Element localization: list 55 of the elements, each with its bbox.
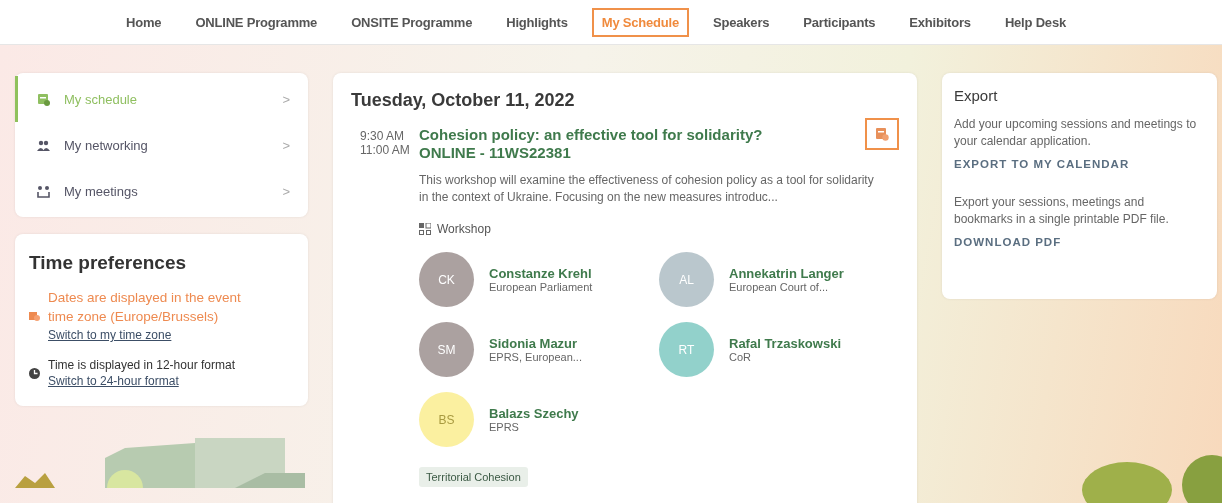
nav-link[interactable]: Help Desk [994, 7, 1076, 37]
speaker-name[interactable]: Rafal Trzaskowski [729, 336, 841, 351]
sidebar-item[interactable]: My networking > [15, 122, 308, 168]
topic-tag[interactable]: Territorial Cohesion [419, 467, 528, 487]
nav-link[interactable]: Speakers [703, 7, 780, 37]
nav-link[interactable]: Participants [793, 7, 886, 37]
speaker-organization: European Parliament [489, 281, 593, 293]
speaker-name[interactable]: Balazs Szechy [489, 406, 579, 421]
export-description: Export your sessions, meetings and bookmarks in a single printable PDF file. [954, 194, 1170, 228]
export-link[interactable]: DOWNLOAD PDF [954, 236, 1062, 248]
speaker-organization: European Court of... [729, 281, 830, 293]
meeting-icon [37, 184, 50, 198]
speaker-name[interactable]: Sidonia Mazur [489, 336, 582, 351]
export-link[interactable]: EXPORT TO MY CALENDAR [954, 158, 1130, 170]
calendar-icon [37, 92, 50, 106]
date-heading: Tuesday, October 11, 2022 [351, 90, 576, 111]
clock-icon [29, 367, 40, 379]
speaker-avatar: AL [659, 252, 714, 307]
speaker-avatar: SM [419, 322, 474, 377]
sidebar-label[interactable]: My networking [64, 137, 283, 153]
chevron-icon: > [282, 91, 290, 107]
sidebar-label[interactable]: My meetings [64, 183, 283, 199]
bookmark-button[interactable] [865, 118, 899, 150]
calendar-check-icon [875, 127, 889, 141]
end-time: 11:00 AM [360, 143, 411, 157]
session-type: Workshop [437, 222, 491, 236]
chevron-icon: > [282, 137, 290, 153]
chevron-icon: > [282, 183, 290, 199]
nav-link[interactable]: Home [116, 7, 172, 37]
speaker-avatar: RT [659, 322, 714, 377]
section-title: Time preferences [29, 252, 187, 274]
grid-icon [419, 223, 431, 235]
sidebar-item[interactable]: My meetings > [15, 168, 308, 214]
time-info-text: Time is displayed in 12-hour format [48, 358, 235, 372]
globe-clock-icon [29, 309, 40, 321]
speaker-organization: CoR [729, 351, 752, 363]
section-title: Export [954, 87, 999, 104]
speaker-organization: EPRS [489, 421, 520, 433]
speaker-name[interactable]: Constanze Krehl [489, 266, 593, 281]
time-info-text: Dates are displayed in the event time zone (Europe/Brussels) [48, 289, 242, 326]
speaker-avatar: BS [419, 392, 474, 447]
export-description: Add your upcoming sessions and meetings to your calendar application. [954, 116, 1198, 150]
nav-link[interactable]: ONLINE Programme [185, 7, 328, 37]
speaker-avatar: CK [419, 252, 474, 307]
nav-link[interactable]: Exhibitors [899, 7, 981, 37]
start-time: 9:30 AM [360, 129, 406, 143]
session-title[interactable]: Cohesion policy: an effective tool for solidarity? ONLINE - 11WS22381 [419, 126, 763, 162]
speaker-name[interactable]: Annekatrin Langer [729, 266, 844, 281]
switch-link[interactable]: Switch to 24-hour format [48, 374, 235, 388]
switch-link[interactable]: Switch to my time zone [48, 328, 263, 342]
session-description: This workshop will examine the effectiveness of cohesion policy as a tool for solidarity in the context of Ukraine. Focusing on the new measures introduc... [419, 172, 875, 206]
nav-link[interactable]: ONSITE Programme [341, 7, 483, 37]
speaker-organization: EPRS, European... [489, 351, 582, 363]
nav-link[interactable]: Highlights [496, 7, 578, 37]
people-icon [37, 138, 50, 152]
